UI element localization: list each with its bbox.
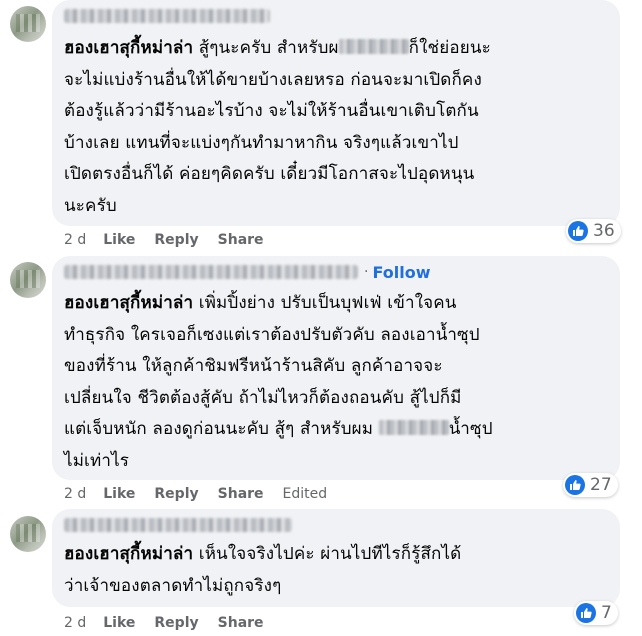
timestamp-link[interactable]: 2 d <box>64 232 86 248</box>
mentioned-author[interactable]: ฮองเฮาสุกี้หม่าล่า <box>64 38 193 58</box>
share-button[interactable]: Share <box>218 615 264 631</box>
avatar[interactable] <box>10 6 46 42</box>
follow-button[interactable]: Follow <box>372 263 430 282</box>
reply-button[interactable]: Reply <box>154 486 198 502</box>
timestamp-link[interactable]: 2 d <box>64 615 86 631</box>
like-button[interactable]: Like <box>103 615 135 631</box>
commenter-name-redacted[interactable] <box>64 6 270 26</box>
like-thumbs-up-icon <box>576 603 596 623</box>
comment-actions: 2 d Like Reply Share Edited <box>64 485 346 503</box>
edited-label[interactable]: Edited <box>283 486 328 502</box>
commenter-name-redacted[interactable] <box>64 515 292 535</box>
commenter-name-redacted[interactable] <box>64 265 358 279</box>
comment-text: ฮองเฮาสุกี้หม่าล่า สู้ๆนะครับ สำหรับผ ก็ใ… <box>64 38 491 216</box>
reaction-count[interactable]: 36 <box>566 219 621 243</box>
like-thumbs-up-icon <box>568 221 588 241</box>
share-button[interactable]: Share <box>218 486 264 502</box>
reaction-count[interactable]: 7 <box>574 601 618 625</box>
commenter-name-row: · Follow <box>64 262 430 282</box>
comment-actions: 2 d Like Reply Share <box>64 231 283 249</box>
comment-actions: 2 d Like Reply Share <box>64 614 283 632</box>
mentioned-author[interactable]: ฮองเฮาสุกี้หม่าล่า <box>64 293 193 313</box>
avatar[interactable] <box>10 262 46 298</box>
avatar[interactable] <box>10 516 46 552</box>
comment-bubble: ฮองเฮาสุกี้หม่าล่า สู้ๆนะครับ สำหรับผ ก็ใ… <box>52 0 620 226</box>
like-button[interactable]: Like <box>103 232 135 248</box>
mentioned-author[interactable]: ฮองเฮาสุกี้หม่าล่า <box>64 544 193 564</box>
timestamp-link[interactable]: 2 d <box>64 486 86 502</box>
reply-button[interactable]: Reply <box>154 232 198 248</box>
like-button[interactable]: Like <box>103 486 135 502</box>
reaction-count[interactable]: 27 <box>563 473 618 497</box>
like-thumbs-up-icon <box>565 475 585 495</box>
comment-bubble: · Follow ฮองเฮาสุกี้หม่าล่า เพิ่มปิ้งย่า… <box>52 256 620 480</box>
comment-bubble: ฮองเฮาสุกี้หม่าล่า เห็นใจจริงไปค่ะ ผ่านไ… <box>52 509 620 607</box>
reply-button[interactable]: Reply <box>154 615 198 631</box>
comment-text: ฮองเฮาสุกี้หม่าล่า เห็นใจจริงไปค่ะ ผ่านไ… <box>64 544 462 596</box>
redacted-text <box>338 39 409 54</box>
share-button[interactable]: Share <box>218 232 264 248</box>
comment-text: ฮองเฮาสุกี้หม่าล่า เพิ่มปิ้งย่าง ปรับเป็… <box>64 293 493 471</box>
redacted-text <box>378 420 449 435</box>
